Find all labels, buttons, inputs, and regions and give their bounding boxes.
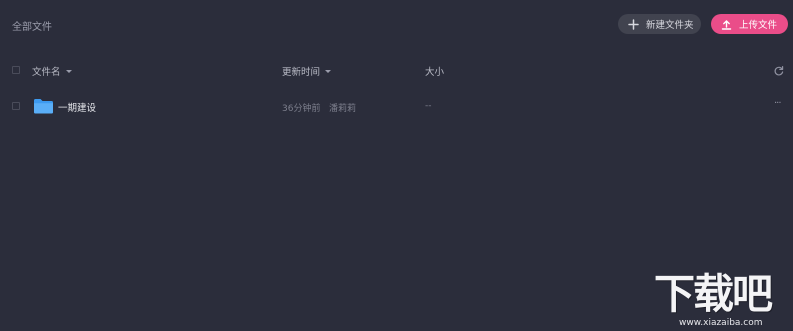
upload-file-label: 上传文件 <box>739 20 778 31</box>
refresh-icon[interactable] <box>773 62 785 76</box>
file-size: -- <box>425 101 432 111</box>
table-row[interactable]: 一期建设 36分钟前 潘莉莉 -- ··· <box>0 93 793 119</box>
column-header-updated[interactable]: 更新时间 <box>282 64 332 78</box>
row-checkbox[interactable] <box>12 102 20 110</box>
watermark-title: 下载吧 <box>654 270 773 318</box>
column-header-size: 大小 <box>425 64 444 78</box>
table-header: 文件名 更新时间 大小 <box>0 60 793 80</box>
updated-by-user: 潘莉莉 <box>329 104 357 114</box>
column-name-label: 文件名 <box>32 67 61 78</box>
column-size-label: 大小 <box>425 67 445 78</box>
new-folder-button[interactable]: 新建文件夹 <box>618 14 701 34</box>
more-options-icon[interactable]: ··· <box>774 98 781 109</box>
plus-icon <box>627 18 639 30</box>
new-folder-label: 新建文件夹 <box>646 20 694 31</box>
column-header-name[interactable]: 文件名 <box>32 64 72 78</box>
watermark-logo: 下载吧 www.xiazaiba.com <box>654 270 790 330</box>
breadcrumb-all-files[interactable]: 全部文件 <box>12 18 52 33</box>
folder-icon <box>33 98 54 114</box>
watermark-url: www.xiazaiba.com <box>679 318 763 328</box>
sort-caret-icon <box>325 69 332 73</box>
select-all-checkbox[interactable] <box>12 66 20 74</box>
column-updated-label: 更新时间 <box>282 67 321 78</box>
file-manager-page: 全部文件 新建文件夹 上传文件 文件名 更新时间 大小 一期建设 36分钟前 潘… <box>0 0 793 331</box>
upload-icon <box>720 18 732 30</box>
file-name[interactable]: 一期建设 <box>58 100 96 114</box>
sort-caret-icon <box>65 69 72 73</box>
upload-file-button[interactable]: 上传文件 <box>711 14 788 34</box>
updated-time: 36分钟前 <box>282 104 321 114</box>
